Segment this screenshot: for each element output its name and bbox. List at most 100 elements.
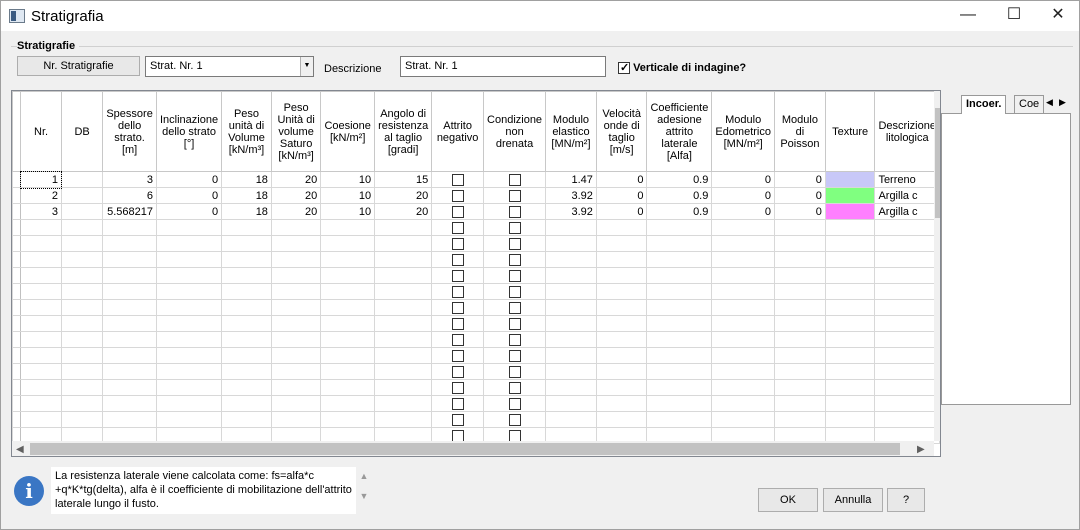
grid-cell[interactable] <box>874 347 940 364</box>
checkbox-cell[interactable] <box>483 251 547 268</box>
grid-cell[interactable] <box>595 219 648 236</box>
checkbox[interactable] <box>451 269 464 282</box>
checkbox-cell[interactable] <box>431 363 485 380</box>
grid-cell[interactable]: 20 <box>270 203 322 220</box>
row-selector[interactable] <box>12 395 22 412</box>
grid-cell[interactable] <box>545 251 597 268</box>
grid-cell[interactable] <box>545 347 597 364</box>
grid-cell[interactable] <box>102 235 157 252</box>
grid-cell[interactable] <box>270 283 322 300</box>
col-header[interactable]: Angolo di resistenza al taglio [gradi] <box>374 91 433 172</box>
row-selector[interactable] <box>12 331 22 348</box>
grid-cell[interactable] <box>102 267 157 284</box>
grid-cell[interactable] <box>20 251 62 268</box>
grid-cell[interactable] <box>374 299 433 316</box>
grid-cell[interactable]: 3 <box>20 203 62 220</box>
grid-cell[interactable]: 18 <box>221 187 272 204</box>
grid-cell[interactable] <box>60 411 104 428</box>
scroll-left-icon[interactable]: ◀ <box>16 444 24 455</box>
checkbox[interactable] <box>451 237 464 250</box>
grid-cell[interactable]: 3.92 <box>545 203 597 220</box>
grid-cell[interactable]: 0.9 <box>646 187 713 204</box>
row-selector[interactable] <box>12 411 22 428</box>
grid-cell[interactable]: 3.92 <box>545 187 597 204</box>
grid-cell[interactable] <box>155 315 223 332</box>
grid-cell[interactable] <box>595 347 648 364</box>
grid-cell[interactable]: Terreno <box>874 171 940 188</box>
grid-cell[interactable]: 0 <box>774 203 826 220</box>
grid-cell[interactable] <box>20 219 62 236</box>
grid-cell[interactable]: 1.47 <box>545 171 597 188</box>
grid-cell[interactable] <box>711 331 775 348</box>
checkbox-cell[interactable] <box>483 411 547 428</box>
grid-cell[interactable] <box>824 395 876 412</box>
grid-cell[interactable] <box>874 315 940 332</box>
checkbox-cell[interactable] <box>431 379 485 396</box>
checkbox-cell[interactable] <box>483 267 547 284</box>
checkbox-cell[interactable] <box>431 203 485 220</box>
grid-cell[interactable] <box>221 251 272 268</box>
grid-cell[interactable] <box>155 267 223 284</box>
grid-cell[interactable] <box>711 283 775 300</box>
grid-cell[interactable] <box>545 411 597 428</box>
grid-cell[interactable] <box>102 283 157 300</box>
grid-cell[interactable] <box>374 251 433 268</box>
grid-cell[interactable] <box>646 363 713 380</box>
grid-cell[interactable] <box>711 379 775 396</box>
annulla-button[interactable]: Annulla <box>823 488 883 512</box>
grid-cell[interactable] <box>155 347 223 364</box>
checkbox[interactable] <box>451 173 464 186</box>
row-selector[interactable] <box>12 315 22 332</box>
checkbox[interactable] <box>508 349 521 362</box>
grid-cell[interactable] <box>320 395 376 412</box>
grid-cell[interactable] <box>270 299 322 316</box>
grid-cell[interactable] <box>874 331 940 348</box>
checkbox[interactable] <box>508 429 521 442</box>
grid-cell[interactable] <box>874 379 940 396</box>
grid-cell[interactable] <box>221 347 272 364</box>
grid-cell[interactable] <box>595 315 648 332</box>
grid-cell[interactable]: 1 <box>19 170 63 189</box>
checkbox-cell[interactable] <box>431 411 485 428</box>
grid-cell[interactable] <box>221 331 272 348</box>
grid-cell[interactable] <box>595 299 648 316</box>
grid-cell[interactable]: 15 <box>374 171 433 188</box>
grid-cell[interactable] <box>774 411 826 428</box>
grid-cell[interactable] <box>374 283 433 300</box>
grid-cell[interactable] <box>824 219 876 236</box>
checkbox[interactable] <box>451 413 464 426</box>
grid-cell[interactable] <box>155 395 223 412</box>
grid-cell[interactable] <box>545 379 597 396</box>
grid-cell[interactable] <box>595 395 648 412</box>
grid-cell[interactable] <box>545 219 597 236</box>
grid-cell[interactable]: 20 <box>374 187 433 204</box>
grid-cell[interactable] <box>221 395 272 412</box>
grid-cell[interactable] <box>646 235 713 252</box>
checkbox-cell[interactable] <box>483 315 547 332</box>
grid-cell[interactable]: 18 <box>221 203 272 220</box>
grid-cell[interactable]: 0 <box>155 171 223 188</box>
texture-swatch[interactable] <box>824 187 876 204</box>
col-header[interactable]: Texture <box>824 91 876 172</box>
grid-cell[interactable] <box>60 299 104 316</box>
checkbox[interactable] <box>451 381 464 394</box>
grid-cell[interactable] <box>874 267 940 284</box>
grid-cell[interactable] <box>711 363 775 380</box>
grid-cell[interactable] <box>60 379 104 396</box>
grid-cell[interactable] <box>711 395 775 412</box>
grid-cell[interactable] <box>155 299 223 316</box>
grid-cell[interactable]: 20 <box>270 171 322 188</box>
grid-cell[interactable] <box>774 363 826 380</box>
checkbox[interactable] <box>451 397 464 410</box>
grid-cell[interactable] <box>221 235 272 252</box>
grid-cell[interactable] <box>102 251 157 268</box>
grid-cell[interactable] <box>20 379 62 396</box>
grid-cell[interactable] <box>270 395 322 412</box>
checkbox[interactable] <box>451 205 464 218</box>
col-header[interactable]: Modulo Edometrico [MN/m²] <box>711 91 775 172</box>
grid-cell[interactable] <box>774 235 826 252</box>
checkbox-cell[interactable] <box>483 379 547 396</box>
checkbox[interactable] <box>451 285 464 298</box>
grid-cell[interactable]: 0 <box>774 187 826 204</box>
grid-cell[interactable] <box>824 251 876 268</box>
